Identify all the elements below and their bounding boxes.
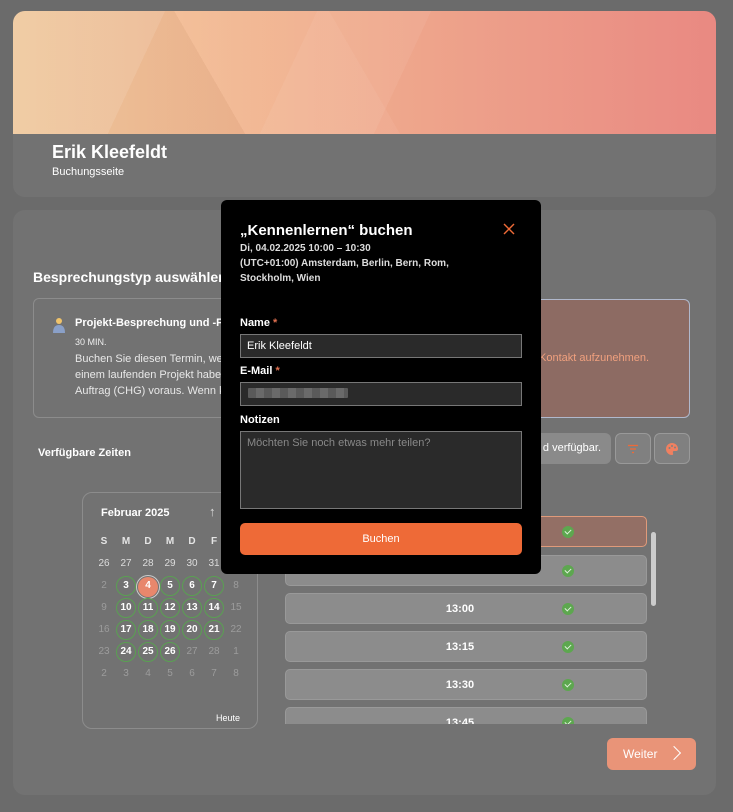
time-slot[interactable]: 13:00	[285, 593, 647, 624]
time-slot-label: 13:30	[445, 679, 475, 691]
contact-note: Kontakt aufzunehmen.	[539, 352, 650, 364]
time-slot[interactable]: 13:30	[285, 669, 647, 700]
required-mark: *	[273, 317, 278, 329]
meeting-type-title: Projekt-Besprechung und -Fr	[75, 317, 228, 329]
name-field[interactable]	[240, 334, 522, 358]
time-slot[interactable]: 13:15	[285, 631, 647, 662]
meeting-type-card-selected[interactable]: Kontakt aufzunehmen.	[529, 299, 690, 418]
availability-toggle[interactable]: d verfügbar.	[532, 433, 611, 464]
person-icon	[53, 318, 65, 333]
section-title: Besprechungstyp auswählen	[33, 269, 227, 285]
next-button-label: Weiter	[623, 747, 658, 761]
book-button[interactable]: Buchen	[240, 523, 522, 555]
time-slot-label: 13:45	[445, 717, 475, 724]
palette-icon	[666, 442, 678, 455]
filter-icon	[628, 444, 638, 453]
check-circle-icon	[562, 679, 574, 691]
check-circle-icon	[562, 717, 574, 724]
profile-banner	[13, 11, 716, 134]
filter-button[interactable]	[615, 433, 651, 464]
notes-label: Notizen	[240, 414, 280, 426]
email-label-text: E-Mail	[240, 365, 273, 377]
name-label: Name *	[240, 317, 277, 329]
dialog-datetime: Di, 04.02.2025 10:00 – 10:30 (UTC+01:00)…	[240, 243, 449, 284]
email-label: E-Mail *	[240, 365, 280, 377]
dialog-title: „Kennenlernen“ buchen	[240, 222, 413, 239]
close-icon[interactable]	[502, 222, 516, 236]
booking-dialog: „Kennenlernen“ buchen Di, 04.02.2025 10:…	[221, 200, 541, 574]
available-times-title: Verfügbare Zeiten	[38, 447, 131, 459]
redacted-email	[248, 388, 348, 398]
time-slot-label: 13:15	[445, 641, 475, 653]
theme-button[interactable]	[654, 433, 690, 464]
next-button[interactable]: Weiter	[607, 738, 696, 770]
time-slot[interactable]: 13:45	[285, 707, 647, 724]
chevron-right-icon	[666, 745, 682, 761]
meeting-duration: 30 MIN.	[75, 337, 107, 347]
time-slot-label: 13:00	[445, 603, 475, 615]
meeting-description: Buchen Sie diesen Termin, wen einem lauf…	[75, 353, 229, 397]
profile-card: Erik Kleefeldt Buchungsseite	[13, 11, 716, 197]
host-name: Erik Kleefeldt	[52, 142, 168, 162]
check-circle-icon	[562, 565, 574, 577]
check-circle-icon	[562, 641, 574, 653]
notes-field[interactable]	[240, 431, 522, 509]
meeting-type-card[interactable]: Projekt-Besprechung und -Fr 30 MIN. Buch…	[33, 298, 243, 418]
check-circle-icon	[562, 526, 574, 538]
time-list-scrollbar[interactable]	[651, 532, 656, 606]
check-circle-icon	[562, 603, 574, 615]
page-subtitle: Buchungsseite	[52, 166, 125, 178]
required-mark: *	[275, 365, 280, 377]
name-label-text: Name	[240, 317, 270, 329]
